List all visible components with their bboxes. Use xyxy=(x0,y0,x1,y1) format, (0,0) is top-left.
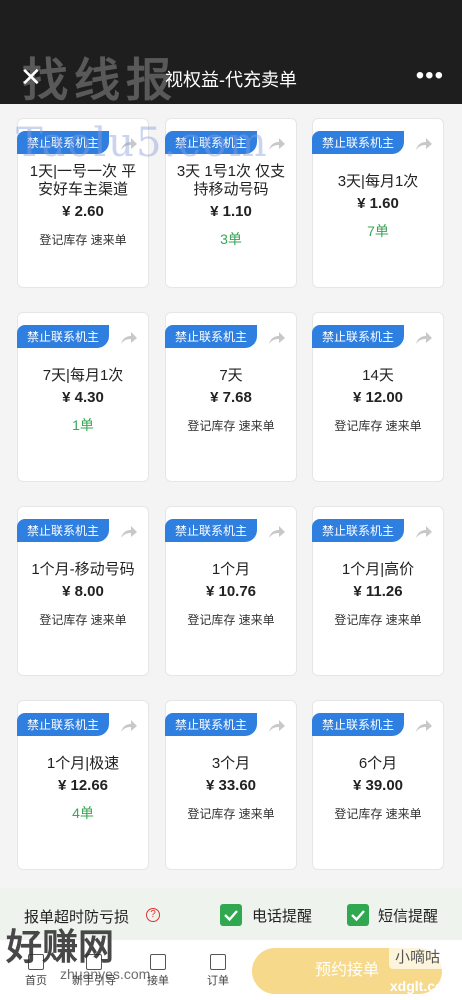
share-icon[interactable] xyxy=(120,525,140,541)
sms-remind-label: 短信提醒 xyxy=(378,908,439,925)
card-price: ¥ 1.10 xyxy=(210,203,252,220)
card-stock-note: 登记库存 速来单 xyxy=(187,613,275,627)
share-icon[interactable] xyxy=(415,719,435,735)
card-price: ¥ 11.26 xyxy=(353,583,403,600)
card-stock-note: 登记库存 速来单 xyxy=(187,807,275,821)
card-title: 3天 1号1次 仅支持移动号码 xyxy=(176,163,286,198)
card-stock-note: 登记库存 速来单 xyxy=(187,419,275,433)
card-order-count: 4单 xyxy=(72,805,94,821)
no-contact-badge: 禁止联系机主 xyxy=(165,519,258,542)
watermark-blue: Taolu5.com xyxy=(16,120,269,166)
card-price: ¥ 33.60 xyxy=(205,777,257,794)
accept-icon xyxy=(150,954,166,970)
help-icon[interactable]: ? xyxy=(146,908,160,922)
share-icon[interactable] xyxy=(268,331,288,347)
card-price: ¥ 10.76 xyxy=(205,583,257,600)
sms-remind-checkbox[interactable] xyxy=(347,904,369,926)
card-price: ¥ 4.30 xyxy=(62,389,104,406)
card-title: 7天 xyxy=(219,367,243,384)
card-title: 1天|一号一次 平安好车主渠道 xyxy=(29,163,137,198)
watermark-left: 好赚网 xyxy=(6,926,115,968)
watermark-left-url: zhuanyes.com xyxy=(60,966,151,982)
share-icon[interactable] xyxy=(415,525,435,541)
no-contact-badge: 禁止联系机主 xyxy=(17,325,110,348)
card-price: ¥ 2.60 xyxy=(62,203,104,220)
card-stock-note: 登记库存 速来单 xyxy=(334,613,422,627)
card-title: 6个月 xyxy=(358,755,398,772)
card-price: ¥ 12.66 xyxy=(57,777,109,794)
card-title: 3个月 xyxy=(211,755,251,772)
top-bar: 找线报 ✕ 视权益-代充卖单 ••• xyxy=(0,0,462,107)
card-stock-note: 登记库存 速来单 xyxy=(39,613,127,627)
no-contact-badge: 禁止联系机主 xyxy=(17,519,110,542)
card-order-count: 7单 xyxy=(367,223,389,239)
no-contact-badge: 禁止联系机主 xyxy=(312,519,405,542)
card-title: 1个月|高价 xyxy=(341,561,415,578)
card-title: 1个月-移动号码 xyxy=(31,561,135,578)
card-title: 3天|每月1次 xyxy=(337,173,419,190)
product-card[interactable]: 禁止联系机主 1个月-移动号码 ¥ 8.00 登记库存 速来单 xyxy=(17,506,149,676)
product-card[interactable]: 禁止联系机主 7天|每月1次 ¥ 4.30 1单 xyxy=(17,312,149,482)
card-title: 1个月 xyxy=(211,561,251,578)
share-icon[interactable] xyxy=(415,137,435,153)
card-stock-note: 登记库存 速来单 xyxy=(334,419,422,433)
page-title: 视权益-代充卖单 xyxy=(165,70,297,90)
watermark-right-url: xdglt.com xyxy=(389,978,456,994)
card-price: ¥ 8.00 xyxy=(62,583,104,600)
share-icon[interactable] xyxy=(120,331,140,347)
product-card[interactable]: 禁止联系机主 1个月|高价 ¥ 11.26 登记库存 速来单 xyxy=(312,506,444,676)
card-price: ¥ 39.00 xyxy=(352,777,404,794)
share-icon[interactable] xyxy=(268,719,288,735)
product-card[interactable]: 禁止联系机主 14天 ¥ 12.00 登记库存 速来单 xyxy=(312,312,444,482)
product-card[interactable]: 禁止联系机主 3天|每月1次 ¥ 1.60 7单 xyxy=(312,118,444,288)
card-title: 14天 xyxy=(362,367,394,384)
more-icon[interactable]: ••• xyxy=(416,62,444,90)
card-order-count: 3单 xyxy=(220,231,242,247)
no-contact-badge: 禁止联系机主 xyxy=(312,131,405,154)
watermark-right: 小嘀咕 xyxy=(388,944,446,969)
phone-remind-label: 电话提醒 xyxy=(252,908,313,925)
no-contact-badge: 禁止联系机主 xyxy=(312,713,405,736)
tab-label: 接单 xyxy=(147,975,169,987)
product-card[interactable]: 禁止联系机主 1个月|极速 ¥ 12.66 4单 xyxy=(17,700,149,870)
product-card[interactable]: 禁止联系机主 3个月 ¥ 33.60 登记库存 速来单 xyxy=(165,700,297,870)
share-icon[interactable] xyxy=(268,137,288,153)
product-card[interactable]: 禁止联系机主 1个月 ¥ 10.76 登记库存 速来单 xyxy=(165,506,297,676)
no-contact-badge: 禁止联系机主 xyxy=(165,713,258,736)
card-price: ¥ 12.00 xyxy=(352,389,404,406)
phone-remind-checkbox[interactable] xyxy=(220,904,242,926)
tab-label: 首页 xyxy=(25,975,47,987)
no-contact-badge: 禁止联系机主 xyxy=(17,713,110,736)
no-contact-badge: 禁止联系机主 xyxy=(312,325,405,348)
card-price: ¥ 1.60 xyxy=(357,195,399,212)
orders-icon xyxy=(210,954,226,970)
product-card[interactable]: 禁止联系机主 6个月 ¥ 39.00 登记库存 速来单 xyxy=(312,700,444,870)
share-icon[interactable] xyxy=(268,525,288,541)
card-title: 7天|每月1次 xyxy=(42,367,124,384)
card-stock-note: 登记库存 速来单 xyxy=(39,233,127,247)
card-price: ¥ 7.68 xyxy=(210,389,252,406)
product-card[interactable]: 禁止联系机主 7天 ¥ 7.68 登记库存 速来单 xyxy=(165,312,297,482)
share-icon[interactable] xyxy=(415,331,435,347)
tab-orders[interactable]: 订单 xyxy=(196,954,240,988)
card-stock-note: 登记库存 速来单 xyxy=(334,807,422,821)
card-order-count: 1单 xyxy=(72,417,94,433)
share-icon[interactable] xyxy=(120,719,140,735)
no-contact-badge: 禁止联系机主 xyxy=(165,325,258,348)
card-title: 1个月|极速 xyxy=(46,755,120,772)
tab-label: 订单 xyxy=(207,975,229,987)
